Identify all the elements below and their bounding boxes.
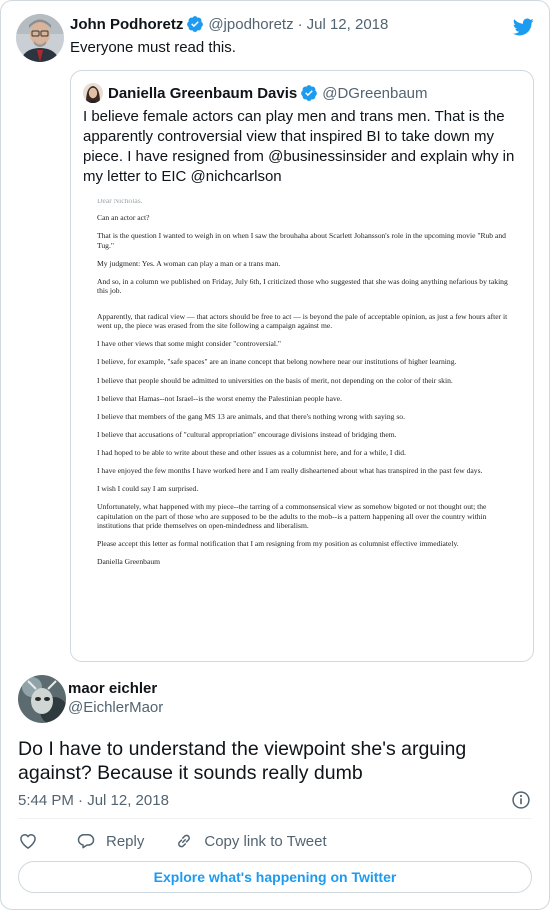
- twitter-bird-icon[interactable]: [510, 16, 536, 38]
- author-handle[interactable]: @EichlerMaor: [68, 699, 163, 716]
- reply-button[interactable]: Reply: [76, 831, 144, 851]
- letter-signature: Daniella Greenbaum: [97, 557, 161, 567]
- speech-bubble-icon: [77, 834, 95, 849]
- letter-paragraph: I believe that Hamas--not Israel--is the…: [97, 393, 343, 403]
- letter-paragraph: I believe, for example, "safe spaces" ar…: [97, 357, 457, 367]
- author-handle[interactable]: @jpodhoretz: [208, 16, 293, 33]
- letter-paragraph: I have enjoyed the few months I have wor…: [97, 466, 483, 476]
- separator-dot: ·: [297, 15, 303, 33]
- letter-image[interactable]: Dear Nicholas, Can an actor act? That is…: [71, 193, 533, 661]
- avatar[interactable]: [83, 83, 103, 103]
- letter-paragraph: Please accept this letter as formal noti…: [97, 539, 459, 549]
- letter-paragraph: I had hoped to be able to write about th…: [97, 447, 406, 457]
- verified-badge-icon: [187, 16, 204, 32]
- reply-label: Reply: [106, 832, 145, 850]
- letter-paragraph: That is the question I wanted to weigh i…: [97, 231, 506, 250]
- avatar[interactable]: [18, 675, 66, 723]
- letter-paragraph: I believe that members of the gang MS 13…: [97, 411, 406, 421]
- link-icon: [178, 834, 191, 848]
- tweet-actions: Reply Copy link to Tweet: [18, 829, 327, 853]
- divider: [18, 818, 532, 819]
- copy-link-label: Copy link to Tweet: [204, 832, 327, 850]
- letter-paragraph: And so, in a column we published on Frid…: [97, 276, 508, 296]
- heart-icon: [20, 834, 36, 849]
- author-name[interactable]: Daniella Greenbaum Davis: [108, 85, 297, 102]
- like-button[interactable]: [18, 831, 38, 851]
- verified-badge-icon: [301, 85, 318, 101]
- letter-paragraph: Unfortunately, what happened with my pie…: [97, 502, 487, 531]
- letter-paragraph: I wish I could say I am surprised.: [97, 484, 199, 494]
- author-name[interactable]: John Podhoretz: [70, 16, 183, 33]
- tweet-timestamp[interactable]: 5:44 PM · Jul 12, 2018: [18, 792, 169, 809]
- tweet-text: Do I have to understand the viewpoint sh…: [18, 738, 467, 784]
- letter-paragraph: Can an actor act?: [97, 213, 150, 222]
- letter-paragraph: I believe that people should be admitted…: [97, 375, 453, 385]
- letter-paragraph: My judgment: Yes. A woman can play a man…: [97, 258, 281, 268]
- letter-paragraph: Apparently, that radical view — that act…: [97, 311, 508, 331]
- explore-twitter-button[interactable]: Explore what's happening on Twitter: [18, 861, 532, 893]
- copy-link-button[interactable]: Copy link to Tweet: [174, 831, 327, 851]
- letter-cut-line: Dear Nicholas,: [97, 199, 509, 203]
- quoted-tweet[interactable]: Daniella Greenbaum Davis @DGreenbaum I b…: [70, 70, 534, 662]
- tweet-date[interactable]: Jul 12, 2018: [307, 16, 389, 33]
- author-handle[interactable]: @DGreenbaum: [322, 85, 427, 102]
- tweet-text: I believe female actors can play men and…: [83, 108, 515, 185]
- info-icon[interactable]: [511, 790, 531, 810]
- tweet-text: Everyone must read this.: [70, 39, 236, 56]
- letter-paragraph: I have other views that some might consi…: [97, 339, 281, 349]
- letter-paragraph: I believe that accusations of "cultural …: [97, 429, 397, 439]
- avatar[interactable]: [16, 14, 64, 62]
- author-name[interactable]: maor eichler: [68, 680, 157, 697]
